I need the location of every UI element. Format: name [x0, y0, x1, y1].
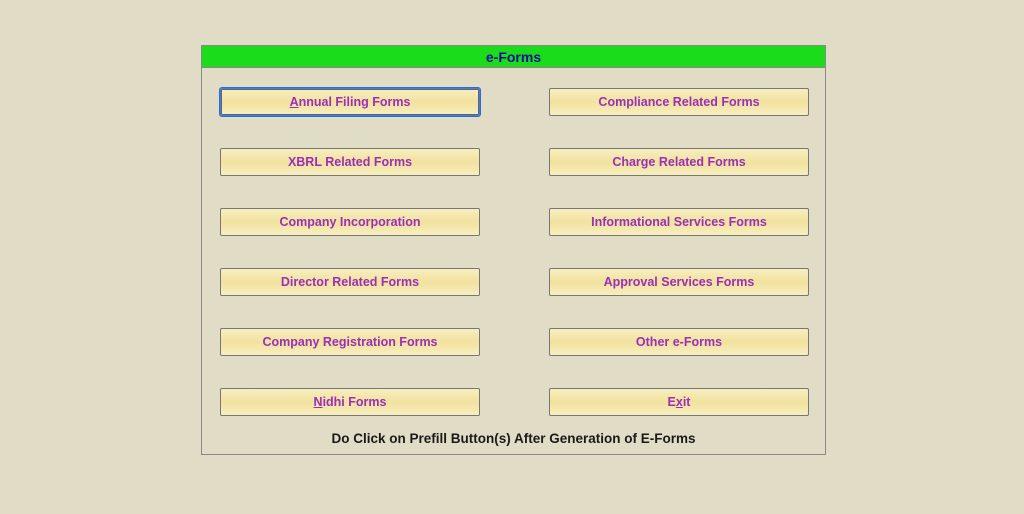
other-eforms-button[interactable]: Other e-Forms: [549, 328, 809, 356]
button-row: XBRL Related Forms Charge Related Forms: [220, 148, 809, 176]
button-row: Company Incorporation Informational Serv…: [220, 208, 809, 236]
panel-title: e-Forms: [202, 46, 825, 68]
informational-services-forms-button[interactable]: Informational Services Forms: [549, 208, 809, 236]
company-incorporation-button[interactable]: Company Incorporation: [220, 208, 480, 236]
annual-filing-forms-button[interactable]: Annual Filing Forms: [220, 88, 480, 116]
button-row: Annual Filing Forms Compliance Related F…: [220, 88, 809, 116]
nidhi-forms-button[interactable]: Nidhi Forms: [220, 388, 480, 416]
button-row: Nidhi Forms Exit: [220, 388, 809, 416]
approval-services-forms-button[interactable]: Approval Services Forms: [549, 268, 809, 296]
button-row: Director Related Forms Approval Services…: [220, 268, 809, 296]
xbrl-related-forms-button[interactable]: XBRL Related Forms: [220, 148, 480, 176]
compliance-related-forms-button[interactable]: Compliance Related Forms: [549, 88, 809, 116]
company-registration-forms-button[interactable]: Company Registration Forms: [220, 328, 480, 356]
director-related-forms-button[interactable]: Director Related Forms: [220, 268, 480, 296]
eforms-panel: e-Forms Annual Filing Forms Compliance R…: [201, 45, 826, 455]
exit-button[interactable]: Exit: [549, 388, 809, 416]
charge-related-forms-button[interactable]: Charge Related Forms: [549, 148, 809, 176]
footer-instruction: Do Click on Prefill Button(s) After Gene…: [202, 431, 825, 446]
button-grid: Annual Filing Forms Compliance Related F…: [220, 88, 809, 448]
button-row: Company Registration Forms Other e-Forms: [220, 328, 809, 356]
